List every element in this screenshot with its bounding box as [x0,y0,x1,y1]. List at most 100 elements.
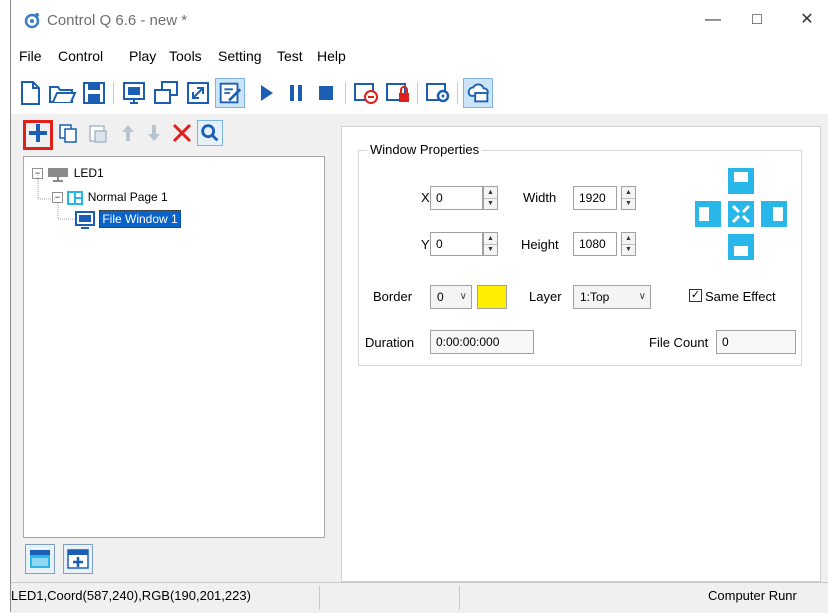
collapse-toggle-icon[interactable]: − [32,168,43,180]
minimize-button[interactable]: — [693,6,733,34]
duration-field: 0:00:00:000 [430,330,534,354]
film-icon [30,550,50,568]
edit-icon [219,82,242,104]
status-bar: LED1,Coord(587,240),RGB(190,201,223) Com… [11,582,828,613]
new-file-icon[interactable] [15,78,45,108]
align-center-icon[interactable] [728,201,754,227]
same-effect-label: Same Effect [705,289,776,304]
open-folder-icon[interactable] [47,78,77,108]
layer-label: Layer [529,289,562,304]
spin-down-icon[interactable]: ▼ [622,198,635,209]
border-select[interactable]: 0 ∨ [430,285,472,309]
height-label: Height [521,237,559,252]
move-up-icon[interactable] [115,120,141,146]
spin-down-icon[interactable]: ▼ [484,244,497,255]
toolbar-divider [345,82,346,104]
menu-play[interactable]: Play [129,48,156,64]
screen-settings-icon[interactable] [423,78,453,108]
copy-icon[interactable] [55,120,81,146]
tree-item-led1[interactable]: − LED1 [32,163,104,183]
width-stepper[interactable]: ▲ ▼ [621,186,636,210]
duration-label: Duration [365,335,415,350]
chevron-down-icon: ∨ [459,291,467,302]
x-input[interactable]: 0 [430,186,483,210]
y-stepper[interactable]: ▲ ▼ [483,232,498,256]
menu-help[interactable]: Help [317,48,346,64]
x-stepper[interactable]: ▲ ▼ [483,186,498,210]
border-color-swatch[interactable] [477,285,507,309]
menu-control[interactable]: Control [58,48,103,64]
title-bar: Control Q 6.6 - new * — □ ✕ [11,0,828,42]
delete-icon[interactable] [169,120,195,146]
width-input[interactable]: 1920 [573,186,617,210]
play-icon[interactable] [251,78,281,108]
tree-item-label-selected: File Window 1 [99,210,181,228]
paste-icon[interactable] [85,120,111,146]
screen-off-icon[interactable] [351,78,381,108]
cloud-screen-button[interactable] [463,78,493,108]
height-input[interactable]: 1080 [573,232,617,256]
pause-icon[interactable] [281,78,311,108]
menu-test[interactable]: Test [277,48,303,64]
stop-icon[interactable] [311,78,341,108]
align-left-icon[interactable] [695,201,721,227]
tree-item-window[interactable]: File Window 1 [74,209,181,229]
app-window: Control Q 6.6 - new * — □ ✕ File Control… [10,0,828,613]
same-effect-checkbox[interactable]: ✓ [689,289,702,302]
y-input[interactable]: 0 [430,232,483,256]
border-select-value: 0 [437,290,444,304]
close-button[interactable]: ✕ [787,6,827,34]
main-toolbar [11,70,828,114]
file-count-label: File Count [649,335,709,350]
tree-item-page[interactable]: − Normal Page 1 [52,187,168,207]
spin-down-icon[interactable]: ▼ [484,198,497,209]
maximize-button[interactable]: □ [737,6,777,34]
windows-icon[interactable] [151,78,181,108]
properties-panel: Window Properties X 0 ▲ ▼ Width 1920 ▲ ▼… [341,126,821,582]
film-add-icon [67,549,89,569]
menu-file[interactable]: File [19,48,42,64]
group-title: Window Properties [367,142,483,157]
program-button[interactable] [25,544,55,574]
menu-tools[interactable]: Tools [169,48,202,64]
tree-item-label: LED1 [73,166,104,180]
edit-mode-button[interactable] [215,78,245,108]
layer-select[interactable]: 1:Top ∨ [573,285,651,309]
file-count-field: 0 [716,330,796,354]
window-properties-group: Window Properties X 0 ▲ ▼ Width 1920 ▲ ▼… [358,142,802,366]
border-label: Border [373,289,413,304]
led-screen-icon [48,167,69,182]
window-title: Control Q 6.6 - new * [47,12,188,29]
add-program-button[interactable] [63,544,93,574]
fullscreen-icon[interactable] [183,78,213,108]
menu-bar: File Control Play Tools Setting Test Hel… [11,42,828,70]
tree-item-label: Normal Page 1 [87,190,168,204]
status-divider [459,586,460,610]
spin-down-icon[interactable]: ▼ [622,244,635,255]
toolbar-divider [457,82,458,104]
page-icon [67,190,84,205]
app-logo-icon [24,13,40,29]
align-right-icon[interactable] [761,201,787,227]
height-stepper[interactable]: ▲ ▼ [621,232,636,256]
menu-setting[interactable]: Setting [218,48,262,64]
status-coord: LED1,Coord(587,240),RGB(190,201,223) [11,588,251,603]
toolbar-divider [113,82,114,104]
chevron-down-icon: ∨ [638,291,646,302]
screen-lock-icon[interactable] [383,78,413,108]
cloud-screen-icon [467,83,489,103]
content-tree: − LED1 − Normal Page 1 File Window 1 [23,156,325,538]
save-icon[interactable] [79,78,109,108]
move-down-icon[interactable] [141,120,167,146]
align-bottom-icon[interactable] [728,234,754,260]
left-panel: − LED1 − Normal Page 1 File Window 1 [17,114,327,582]
collapse-toggle-icon[interactable]: − [52,192,63,204]
align-top-icon[interactable] [728,168,754,194]
file-window-icon [75,210,95,229]
y-label: Y [421,237,430,252]
add-icon[interactable] [25,120,51,146]
monitor-icon[interactable] [119,78,149,108]
status-run-mode: Computer Runr [708,588,797,603]
width-label: Width [523,190,557,205]
search-icon[interactable] [197,120,223,146]
